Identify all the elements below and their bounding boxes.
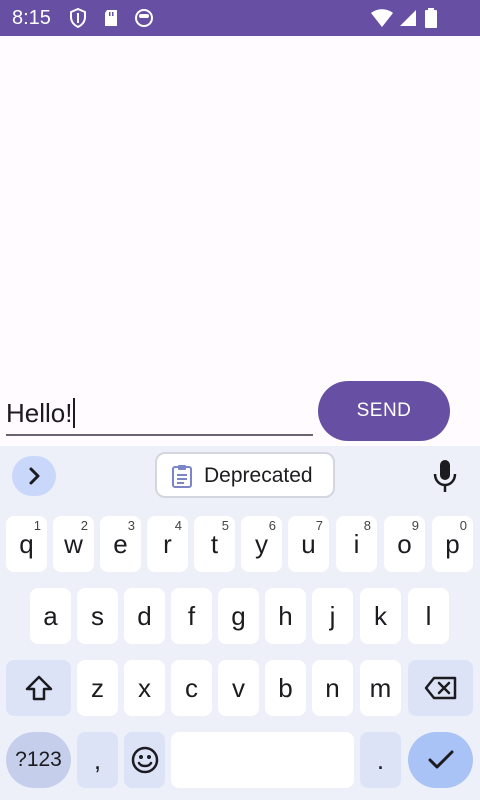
message-input-value: Hello! — [6, 398, 73, 428]
backspace-icon — [424, 676, 456, 700]
sd-card-icon — [105, 10, 117, 26]
key-a[interactable]: a — [30, 588, 71, 644]
key-f[interactable]: f — [171, 588, 212, 644]
key-label: m — [369, 672, 392, 703]
key-label: h — [278, 600, 293, 631]
key-hint: 7 — [315, 518, 323, 533]
emoji-key[interactable] — [124, 732, 165, 788]
status-bar: 8:15 — [0, 0, 480, 36]
key-v[interactable]: v — [218, 660, 259, 716]
key-n[interactable]: n — [312, 660, 353, 716]
key-label: k — [374, 600, 387, 631]
key-label: f — [187, 600, 196, 631]
key-c[interactable]: c — [171, 660, 212, 716]
key-hint: 1 — [33, 518, 41, 533]
enter-key[interactable] — [408, 732, 473, 788]
comma-key[interactable]: , — [77, 732, 118, 788]
key-label: i — [353, 528, 360, 559]
key-label: b — [278, 672, 293, 703]
soft-keyboard: Deprecated q1 w2 e3 r4 t5 y6 u7 i8 o9 p0… — [0, 446, 480, 800]
key-hint: 8 — [363, 518, 371, 533]
backspace-key[interactable] — [408, 660, 473, 716]
key-u[interactable]: u7 — [288, 516, 329, 572]
key-r[interactable]: r4 — [147, 516, 188, 572]
symbols-key[interactable]: ?123 — [6, 732, 71, 788]
key-m[interactable]: m — [360, 660, 401, 716]
clipboard-chip-label: Deprecated — [204, 464, 313, 487]
shift-icon — [25, 675, 52, 701]
key-label: z — [91, 672, 104, 703]
key-hint: 3 — [127, 518, 135, 533]
wifi-icon — [371, 9, 393, 27]
circle-app-icon — [135, 9, 153, 27]
key-label: q — [19, 528, 34, 559]
key-h[interactable]: h — [265, 588, 306, 644]
key-label: t — [210, 528, 219, 559]
space-key[interactable] — [171, 732, 354, 788]
key-label: w — [64, 528, 83, 559]
signal-icon — [400, 10, 416, 26]
key-label: s — [91, 600, 104, 631]
key-label: o — [397, 528, 412, 559]
battery-icon — [425, 8, 437, 28]
key-d[interactable]: d — [124, 588, 165, 644]
key-e[interactable]: e3 — [100, 516, 141, 572]
shield-icon — [70, 8, 86, 28]
key-label: p — [445, 528, 460, 559]
status-time: 8:15 — [12, 7, 51, 29]
shift-key[interactable] — [6, 660, 71, 716]
key-q[interactable]: q1 — [6, 516, 47, 572]
key-z[interactable]: z — [77, 660, 118, 716]
key-hint: 2 — [80, 518, 88, 533]
key-x[interactable]: x — [124, 660, 165, 716]
key-hint: 6 — [268, 518, 276, 533]
key-label: v — [232, 672, 245, 703]
key-b[interactable]: b — [265, 660, 306, 716]
key-y[interactable]: y6 — [241, 516, 282, 572]
key-p[interactable]: p0 — [432, 516, 473, 572]
key-hint: 9 — [411, 518, 419, 533]
key-j[interactable]: j — [312, 588, 353, 644]
key-label: l — [425, 600, 432, 631]
key-t[interactable]: t5 — [194, 516, 235, 572]
key-w[interactable]: w2 — [53, 516, 94, 572]
message-input[interactable]: Hello! — [6, 388, 313, 436]
key-hint: 0 — [459, 518, 467, 533]
key-label: c — [185, 672, 198, 703]
key-label: , — [93, 744, 102, 775]
key-l[interactable]: l — [408, 588, 449, 644]
key-i[interactable]: i8 — [336, 516, 377, 572]
key-label: u — [301, 528, 316, 559]
send-button[interactable]: SEND — [318, 381, 450, 441]
key-label: n — [325, 672, 340, 703]
key-hint: 4 — [174, 518, 182, 533]
clipboard-icon — [172, 465, 192, 488]
checkmark-icon — [428, 750, 453, 769]
key-o[interactable]: o9 — [384, 516, 425, 572]
key-hint: 5 — [221, 518, 229, 533]
key-k[interactable]: k — [360, 588, 401, 644]
keyboard-expand-button[interactable] — [12, 456, 56, 496]
clipboard-suggestion-chip[interactable]: Deprecated — [155, 452, 335, 498]
key-label: g — [231, 600, 246, 631]
text-cursor — [73, 398, 76, 428]
chevron-right-icon — [29, 467, 40, 485]
key-label: . — [376, 744, 385, 775]
period-key[interactable]: . — [360, 732, 401, 788]
key-label: e — [113, 528, 128, 559]
key-label: a — [43, 600, 58, 631]
key-label: j — [329, 600, 336, 631]
emoji-icon — [131, 746, 158, 774]
key-label: x — [138, 672, 151, 703]
key-label: r — [163, 528, 172, 559]
key-label: y — [255, 528, 268, 559]
key-g[interactable]: g — [218, 588, 259, 644]
key-label: d — [137, 600, 152, 631]
microphone-icon[interactable] — [430, 458, 460, 494]
key-s[interactable]: s — [77, 588, 118, 644]
